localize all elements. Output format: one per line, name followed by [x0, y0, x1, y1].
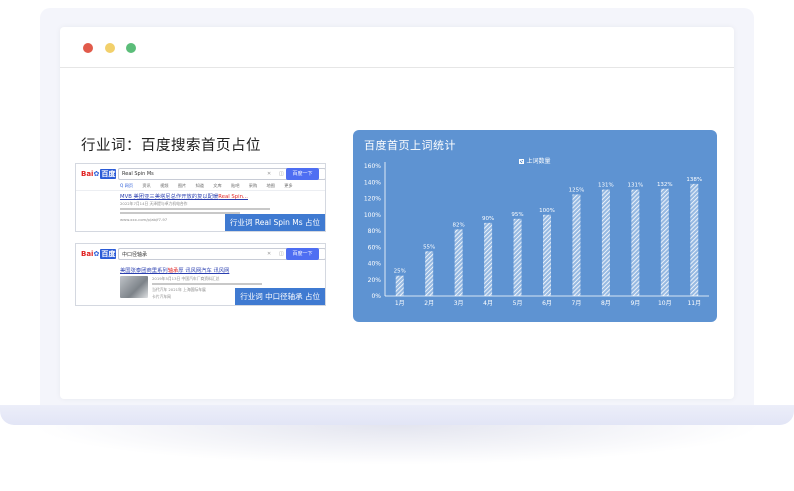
x-tick-label: 1月: [395, 300, 405, 307]
paw-icon: ✿: [93, 250, 100, 258]
result-snippet-line: [120, 208, 270, 210]
y-tick-label: 20%: [368, 277, 382, 284]
placement-badge: 行业词 中口径轴承 占位: [235, 288, 325, 305]
bar-data-label: 82%: [453, 222, 465, 228]
chart-bar: [484, 222, 493, 296]
bar-data-label: 55%: [423, 244, 435, 250]
tab-more[interactable]: 更多: [284, 183, 292, 188]
bar-data-label: 100%: [539, 208, 555, 214]
minimize-window-button[interactable]: [105, 43, 115, 53]
camera-icon[interactable]: ◫: [279, 251, 284, 257]
result-source-url[interactable]: www.xxx.com/p/ab/f7-97: [120, 217, 167, 222]
x-tick-label: 9月: [630, 300, 640, 307]
maximize-window-button[interactable]: [126, 43, 136, 53]
bar-data-label: 138%: [686, 177, 702, 183]
tab-web[interactable]: Q 网页: [120, 183, 133, 188]
tab-video[interactable]: 视频: [160, 183, 168, 188]
bar-data-label: 95%: [511, 212, 523, 218]
result-thumbnail[interactable]: [120, 276, 148, 298]
window-titlebar: [60, 27, 734, 68]
x-tick-label: 10月: [658, 300, 672, 307]
bar-chart: 0% 20% 40% 60% 80% 100% 120% 140% 160% 25% 1月 55% 2月…: [364, 162, 709, 307]
search-query: Real Spin Ms: [122, 171, 154, 177]
chart-bar: [690, 183, 699, 296]
result-snippet: 2019年5月13日 中国汽车厂商资料汇总: [152, 276, 220, 281]
camera-icon[interactable]: ◫: [279, 171, 284, 177]
x-tick-label: 11月: [687, 300, 701, 307]
chart-bar: [513, 218, 522, 296]
result-snippet: 当代汽车 2021年 上海国际车展: [152, 287, 206, 292]
y-tick-label: 160%: [364, 163, 381, 170]
clear-icon[interactable]: ✕: [267, 251, 271, 257]
chart-bar: [631, 189, 640, 296]
bar-data-label: 131%: [627, 183, 643, 189]
result-title[interactable]: MVB 美团亚三美塔尼总作开放的复以配暖Real Spin...: [120, 192, 248, 200]
chart-bar: [572, 194, 581, 296]
result-source[interactable]: 卡片汽车网: [152, 294, 171, 300]
chart-bar: [395, 275, 404, 296]
x-tick-label: 3月: [454, 300, 464, 307]
tab-tieba[interactable]: 贴吧: [231, 183, 239, 188]
laptop-shadow: [30, 425, 764, 465]
bar-data-label: 125%: [569, 187, 585, 193]
baidu-logo: Bai✿ 百度: [81, 249, 117, 259]
result-date: 2022年7月14日 天泽提与卓力机电合作: [120, 201, 188, 206]
tab-divider: [76, 190, 325, 191]
chart-bar: [660, 188, 669, 296]
search-query: 中口径轴承: [122, 252, 148, 258]
tab-images[interactable]: 图片: [178, 183, 186, 188]
x-tick-label: 5月: [513, 300, 523, 307]
search-tabs: Q 网页 资讯 视频 图片 知道 文库 贴吧 采购 地图 更多: [120, 183, 301, 189]
clear-icon[interactable]: ✕: [267, 171, 271, 177]
chart-bar: [601, 189, 610, 296]
x-tick-label: 6月: [542, 300, 552, 307]
paw-icon: ✿: [93, 170, 100, 178]
x-tick-label: 7月: [572, 300, 582, 307]
serp-screenshot-2: Bai✿ 百度 中口径轴承 ✕ ◫ 百度一下 美国张泰团商里系列轴承厚 讯风网汽车…: [75, 243, 326, 306]
chart-bar: [425, 251, 434, 296]
y-tick-label: 60%: [368, 244, 382, 251]
placement-badge: 行业词 Real Spin Ms 占位: [225, 214, 325, 231]
x-tick-label: 2月: [424, 300, 434, 307]
y-tick-label: 100%: [364, 212, 381, 219]
y-tick-label: 40%: [368, 261, 382, 268]
search-button[interactable]: 百度一下: [286, 168, 319, 180]
bar-data-label: 90%: [482, 216, 494, 222]
bar-data-label: 25%: [394, 269, 406, 275]
chart-bar: [454, 229, 463, 296]
y-tick-label: 80%: [368, 228, 382, 235]
bar-data-label: 131%: [598, 183, 614, 189]
serp-screenshot-1: Bai✿ 百度 Real Spin Ms ✕ ◫ 百度一下 Q 网页 资讯 视频 …: [75, 163, 326, 232]
laptop-base: [0, 405, 794, 425]
baidu-logo: Bai✿ 百度: [81, 169, 117, 179]
y-tick-label: 0%: [371, 293, 381, 300]
x-tick-label: 8月: [601, 300, 611, 307]
y-tick-label: 140%: [364, 179, 381, 186]
search-button[interactable]: 百度一下: [286, 248, 319, 260]
tab-map[interactable]: 地图: [267, 183, 275, 188]
tab-purchase[interactable]: 采购: [249, 183, 257, 188]
result-snippet-line: [152, 283, 262, 285]
section-title: 行业词：百度搜索首页占位: [81, 138, 261, 154]
bar-data-label: 132%: [657, 182, 673, 188]
x-tick-label: 4月: [483, 300, 493, 307]
y-tick-label: 120%: [364, 196, 381, 203]
tab-zhidao[interactable]: 知道: [196, 183, 204, 188]
chart-bar: [543, 214, 551, 296]
close-window-button[interactable]: [83, 43, 93, 53]
tab-wenku[interactable]: 文库: [213, 183, 221, 188]
result-snippet-line: [120, 212, 240, 214]
tab-news[interactable]: 资讯: [142, 183, 150, 188]
laptop-mockup: 行业词：百度搜索首页占位 Bai✿ 百度 Real Spin Ms ✕ ◫ 百度一…: [0, 0, 794, 491]
result-title[interactable]: 美国张泰团商里系列轴承厚 讯风网汽车 讯风网: [120, 266, 229, 274]
